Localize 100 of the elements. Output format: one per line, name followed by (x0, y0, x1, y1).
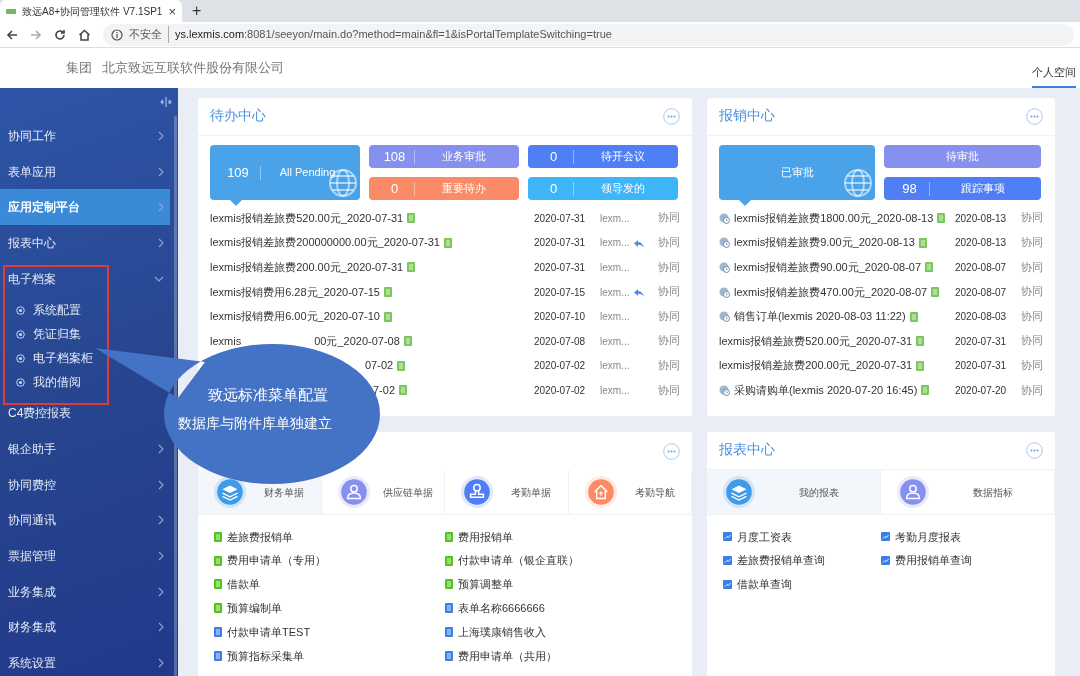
row-date: 2020-08-07 (955, 261, 1008, 275)
document-icon (916, 360, 925, 371)
row-title[interactable]: lexmis报销差旅费470.00元_2020-08-07 (734, 286, 928, 298)
back-icon[interactable] (6, 28, 18, 41)
row-type: 协同 (658, 308, 680, 324)
form-link[interactable]: 付款申请单（银企直联） (445, 548, 676, 573)
row-type: 协同 (658, 284, 680, 300)
more-icon[interactable] (663, 108, 680, 125)
sidebar-item[interactable]: 系统设置 (0, 645, 170, 676)
more-icon[interactable] (1026, 442, 1043, 459)
row-date: 2020-07-31 (534, 211, 587, 226)
radio-dot-icon (16, 377, 25, 387)
row-title[interactable]: lexmis报销费用6.28元_2020-07-15 (210, 286, 380, 298)
report-link[interactable]: 月度工资表 (723, 525, 881, 549)
collapse-icon[interactable] (160, 97, 172, 107)
row-title[interactable]: 07-02 (365, 360, 394, 372)
reload-icon[interactable] (54, 28, 66, 41)
more-icon[interactable] (1026, 108, 1043, 125)
forward-icon[interactable] (30, 28, 42, 41)
sidebar-item[interactable]: 应用定制平台 (0, 189, 170, 226)
document-icon (925, 262, 934, 273)
document-icon (397, 360, 406, 371)
sidebar-item[interactable]: 报表中心 (0, 225, 170, 261)
chevron-down-icon (154, 275, 164, 282)
form-link[interactable]: 预算调整单 (445, 572, 676, 597)
submenu-item[interactable]: 电子档案柜 (16, 346, 93, 371)
submenu-item[interactable]: 系统配置 (16, 298, 81, 323)
browser-tab[interactable]: 致远A8+协同管理软件 V7.1SP1 × (0, 0, 182, 22)
row-date: 2020-07-20 (955, 383, 1008, 398)
form-link[interactable]: 上海璞康销售收入 (445, 620, 676, 644)
sidebar-item[interactable]: 协同通讯 (0, 502, 170, 539)
form-link[interactable]: 费用报销单 (445, 525, 676, 549)
category-tab[interactable]: 我的报表 (707, 470, 881, 514)
sidebar-item[interactable]: 票据管理 (0, 538, 170, 574)
sidebar-item[interactable]: C4费控报表 (0, 395, 78, 432)
form-link[interactable]: 借款单 (214, 572, 445, 597)
chevron-right-icon (158, 515, 164, 526)
sidebar-item[interactable]: 电子档案 (0, 260, 170, 297)
form-link[interactable]: 预算指标采集单 (214, 644, 445, 668)
sidebar-item[interactable]: 财务集成 (0, 609, 170, 646)
row-title[interactable]: lexmis报销差旅费520.00元_2020-07-31 (719, 335, 913, 347)
sidebar-item[interactable]: 协同费控 (0, 466, 170, 503)
form-link[interactable]: 费用申请单（共用） (445, 644, 676, 668)
row-title[interactable]: 7-02 (373, 384, 396, 396)
chevron-right-icon (158, 443, 164, 454)
chart-icon (881, 532, 890, 542)
row-title[interactable]: lexmis报销差旅费1800.00元_2020-08-13 (734, 212, 934, 224)
row-type: 协同 (1021, 210, 1043, 226)
row-title[interactable]: lexmis报销差旅费9.00元_2020-08-13 (734, 237, 915, 249)
report-link[interactable]: 差旅费报销单查询 (723, 548, 881, 573)
row-title[interactable]: lexmis报销差旅费200000000.00元_2020-07-31 (210, 237, 440, 249)
form-link[interactable]: 费用申请单（专用） (214, 548, 445, 573)
count-tile[interactable]: 0 待开会议 (528, 145, 678, 168)
radio-dot-icon (16, 329, 25, 339)
group-label[interactable]: 集团 (66, 58, 92, 78)
form-link[interactable]: 表单名称6666666 (445, 596, 676, 621)
sidebar-item[interactable]: 表单应用 (0, 153, 170, 190)
row-author: lexm... (600, 211, 630, 226)
row-title[interactable]: lexmis报销差旅费200.00元_2020-07-31 (719, 360, 913, 372)
row-title[interactable]: lexmis报销费用6.00元_2020-07-10 (210, 311, 380, 323)
row-author: lexm... (600, 236, 630, 251)
count-tile[interactable]: 98 跟踪事项 (884, 177, 1041, 200)
report-link[interactable]: 费用报销单查询 (881, 548, 1039, 573)
row-date: 2020-07-31 (534, 236, 587, 251)
row-title[interactable]: 00元_2020-07-08 (314, 335, 400, 347)
chevron-right-icon (158, 479, 164, 490)
more-icon[interactable] (663, 442, 680, 460)
sidebar-item[interactable]: 业务集成 (0, 573, 170, 610)
globe-icon (843, 168, 873, 198)
address-bar[interactable]: 不安全 ys.lexmis.com:8081/seeyon/main.do?method=main&fl=1&isPortalTemplateSwitching=true (103, 23, 1074, 46)
company-name: 北京致远互联软件股份有限公司 (102, 59, 284, 78)
row-title[interactable]: lexmis (210, 335, 242, 347)
callout-text: 致远标准菜单配置 (208, 385, 328, 405)
chart-icon (723, 580, 732, 589)
row-title[interactable]: lexmis报销差旅费90.00元_2020-08-07 (734, 262, 922, 273)
row-title[interactable]: lexmis报销差旅费520.00元_2020-07-31 (210, 212, 404, 224)
row-title[interactable]: lexmis报销差旅费200.00元_2020-07-31 (210, 262, 404, 273)
home-icon[interactable] (78, 28, 91, 41)
form-link[interactable]: 差旅费报销单 (214, 525, 445, 549)
document-icon (399, 385, 408, 396)
space-tab[interactable]: 个人空间 (1032, 63, 1076, 88)
url-text: ys.lexmis.com:8081/seeyon/main.do?method=main&fl=1&isPortalTemplateSwitching=true (175, 27, 612, 43)
row-author: lexm... (600, 334, 630, 349)
row-type: 协同 (1021, 284, 1043, 300)
new-tab-button[interactable]: + (182, 0, 212, 22)
close-tab-button[interactable]: × (168, 4, 176, 18)
sidebar-item[interactable]: 银企助手 (0, 431, 170, 467)
chart-icon (723, 532, 732, 542)
report-link[interactable]: 借款单查询 (723, 572, 881, 597)
form-link[interactable]: 付款申请单TEST (214, 620, 445, 644)
report-link[interactable]: 考勤月度报表 (881, 525, 1039, 549)
row-title[interactable]: 销售订单(lexmis 2020-08-03 11:22) (734, 311, 906, 323)
submenu-item[interactable]: 凭证归集 (16, 322, 81, 347)
callout-text: 数据库与附件库单独建立 (178, 414, 332, 433)
row-title[interactable]: 采购请购单(lexmis 2020-07-20 16:45) (734, 384, 918, 396)
security-label: 不安全 (129, 26, 169, 43)
row-date: 2020-07-31 (955, 359, 1008, 374)
sidebar-item[interactable]: 协同工作 (0, 118, 170, 154)
form-link[interactable]: 预算编制单 (214, 596, 445, 621)
submenu-item[interactable]: 我的借阅 (16, 370, 81, 395)
